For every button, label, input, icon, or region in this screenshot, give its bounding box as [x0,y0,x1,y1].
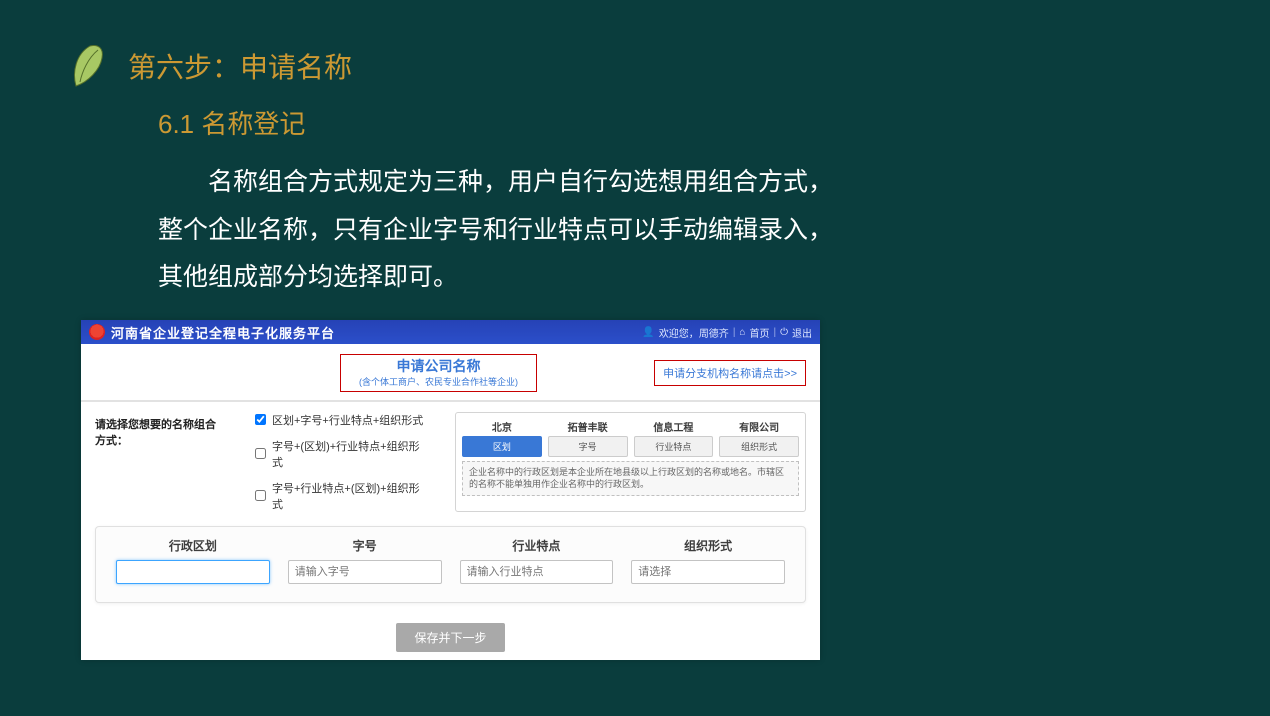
branch-link[interactable]: 申请分支机构名称请点击>> [654,360,806,386]
logout-icon: ⏻ [780,327,788,338]
field-tradename-input[interactable] [288,560,442,584]
preview-note: 企业名称中的行政区划是本企业所在地县级以上行政区划的名称或地名。市辖区的名称不能… [462,461,799,496]
app-screenshot: 河南省企业登记全程电子化服务平台 👤 欢迎您，周德齐 | ⌂ 首页 | ⏻ 退出… [81,320,820,660]
step-heading: 第六步：申请名称 [128,46,828,86]
app-header: 河南省企业登记全程电子化服务平台 👤 欢迎您，周德齐 | ⌂ 首页 | ⏻ 退出 [81,320,820,344]
preview-orgform-value: 有限公司 [719,419,799,434]
page-subtitle: (含个体工商户、农民专业合作社等企业) [359,375,518,388]
page-title: 申请公司名称 [359,358,518,375]
fields-row: 行政区划 字号 行业特点 组织形式 [95,526,806,603]
field-region-label: 行政区划 [116,537,270,554]
preview-industry-value: 信息工程 [634,419,714,434]
field-industry-input[interactable] [460,560,614,584]
logout-link[interactable]: 退出 [792,325,812,340]
option-2[interactable]: 字号+(区划)+行业特点+组织形式 [255,438,425,470]
field-orgform-label: 组织形式 [631,537,785,554]
platform-title: 河南省企业登记全程电子化服务平台 [111,323,335,342]
option-1-checkbox[interactable] [255,414,266,425]
save-next-button[interactable]: 保存并下一步 [396,623,504,652]
option-1-label: 区划+字号+行业特点+组织形式 [272,412,423,428]
field-orgform-select[interactable] [631,560,785,584]
preview-region-value: 北京 [462,419,542,434]
sub-heading: 6.1 名称登记 [158,104,828,141]
field-industry-label: 行业特点 [460,537,614,554]
field-tradename-label: 字号 [288,537,442,554]
preview-industry-btn[interactable]: 行业特点 [634,436,714,457]
option-2-checkbox[interactable] [255,448,266,459]
preview-tradename-value: 拓普丰联 [548,419,628,434]
preview-tradename-btn[interactable]: 字号 [548,436,628,457]
page-title-box: 申请公司名称 (含个体工商户、农民专业合作社等企业) [340,354,537,392]
welcome-text: 欢迎您，周德齐 [659,325,729,340]
option-1[interactable]: 区划+字号+行业特点+组织形式 [255,412,425,428]
field-region-input[interactable] [116,560,270,584]
option-3-label: 字号+行业特点+(区划)+组织形式 [272,480,425,512]
home-icon: ⌂ [739,327,745,338]
user-icon: 👤 [642,327,654,338]
leaf-icon [68,42,108,92]
option-3-checkbox[interactable] [255,490,266,501]
options-label: 请选择您想要的名称组合方式： [95,412,225,512]
home-link[interactable]: 首页 [749,325,769,340]
preview-region-btn[interactable]: 区划 [462,436,542,457]
logo-icon [89,324,105,340]
option-3[interactable]: 字号+行业特点+(区划)+组织形式 [255,480,425,512]
option-2-label: 字号+(区划)+行业特点+组织形式 [272,438,425,470]
preview-panel: 北京 区划 拓普丰联 字号 信息工程 行业特点 有限公司 组织形式 [455,412,806,512]
preview-orgform-btn[interactable]: 组织形式 [719,436,799,457]
body-paragraph: 名称组合方式规定为三种，用户自行勾选想用组合方式，整个企业名称，只有企业字号和行… [158,159,838,302]
